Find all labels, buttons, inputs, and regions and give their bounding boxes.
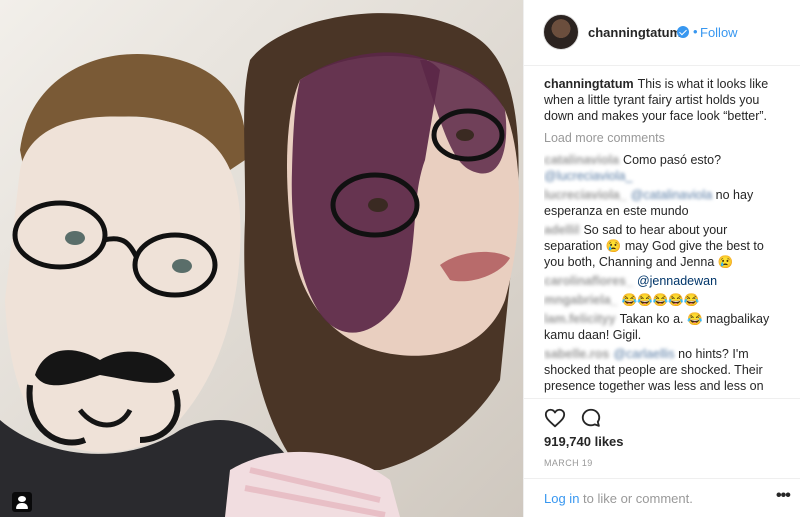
comment-item: sabelle.ros @carlaellis no hints? I'm sho… bbox=[544, 346, 784, 394]
comments-list[interactable]: channingtatum This is what it looks like … bbox=[544, 76, 784, 396]
load-more-comments-button[interactable]: Load more comments bbox=[544, 130, 784, 146]
comment-item: adellil So sad to hear about your separat… bbox=[544, 222, 784, 270]
comment-item: lucreciaviola_ @catalinaviola no hay espe… bbox=[544, 187, 784, 219]
comment-username[interactable]: mngabriela_ bbox=[544, 293, 618, 307]
comment-item: catalinaviola Como pasó esto? @lucreciavi… bbox=[544, 152, 784, 184]
post-side-panel: channingtatum • Follow channingtatum This… bbox=[523, 0, 800, 517]
caption: channingtatum This is what it looks like … bbox=[544, 76, 784, 124]
user-tag-body-shape bbox=[16, 503, 28, 509]
instagram-post: channingtatum • Follow channingtatum This… bbox=[0, 0, 800, 517]
login-prompt-text: to like or comment. bbox=[579, 491, 693, 506]
more-options-icon[interactable]: ••• bbox=[776, 487, 791, 505]
comment-username[interactable]: catalinaviola bbox=[544, 153, 619, 167]
post-date[interactable]: MARCH 19 bbox=[544, 458, 593, 468]
selfie-illustration bbox=[0, 0, 523, 517]
separator-dot: • bbox=[693, 24, 698, 39]
heart-outline-icon[interactable] bbox=[544, 407, 566, 429]
comment-username[interactable]: adellil bbox=[544, 223, 579, 237]
verified-badge-icon bbox=[677, 26, 689, 38]
comment-mention[interactable]: @lucreciaviola_ bbox=[544, 169, 632, 183]
follow-button[interactable]: Follow bbox=[700, 25, 738, 40]
user-tag-head-shape bbox=[18, 496, 26, 502]
post-header: channingtatum • Follow bbox=[524, 0, 800, 66]
caption-username[interactable]: channingtatum bbox=[544, 77, 634, 91]
action-bar bbox=[524, 398, 800, 434]
avatar[interactable] bbox=[543, 14, 579, 50]
comment-text: Como pasó esto? bbox=[623, 153, 722, 167]
comment-text: 😂😂😂😂😂 bbox=[621, 293, 700, 307]
comment-mention[interactable]: @catalinaviola bbox=[631, 188, 712, 202]
speech-bubble-icon[interactable] bbox=[580, 407, 602, 429]
header-username[interactable]: channingtatum bbox=[588, 25, 681, 40]
comment-username[interactable]: lam.felicityy bbox=[544, 312, 616, 326]
comment-username[interactable]: sabelle.ros bbox=[544, 347, 609, 361]
comment-item: carolinaflores_ @jennadewan bbox=[544, 273, 784, 289]
comment-mention[interactable]: @carlaellis bbox=[613, 347, 674, 361]
comment-username[interactable]: carolinaflores_ bbox=[544, 274, 633, 288]
likes-count[interactable]: 919,740 likes bbox=[544, 434, 624, 449]
login-prompt: Log in to like or comment. bbox=[544, 491, 693, 506]
comment-username[interactable]: lucreciaviola_ bbox=[544, 188, 627, 202]
user-tag-icon[interactable] bbox=[12, 492, 32, 512]
comment-item: lam.felicityy Takan ko a. 😂 magbalikay ka… bbox=[544, 311, 784, 343]
comment-item: mngabriela_ 😂😂😂😂😂 bbox=[544, 292, 784, 308]
login-link[interactable]: Log in bbox=[544, 491, 579, 506]
post-footer: Log in to like or comment. ••• bbox=[524, 478, 800, 517]
comment-mention[interactable]: @jennadewan bbox=[637, 274, 717, 288]
post-photo[interactable] bbox=[0, 0, 523, 517]
